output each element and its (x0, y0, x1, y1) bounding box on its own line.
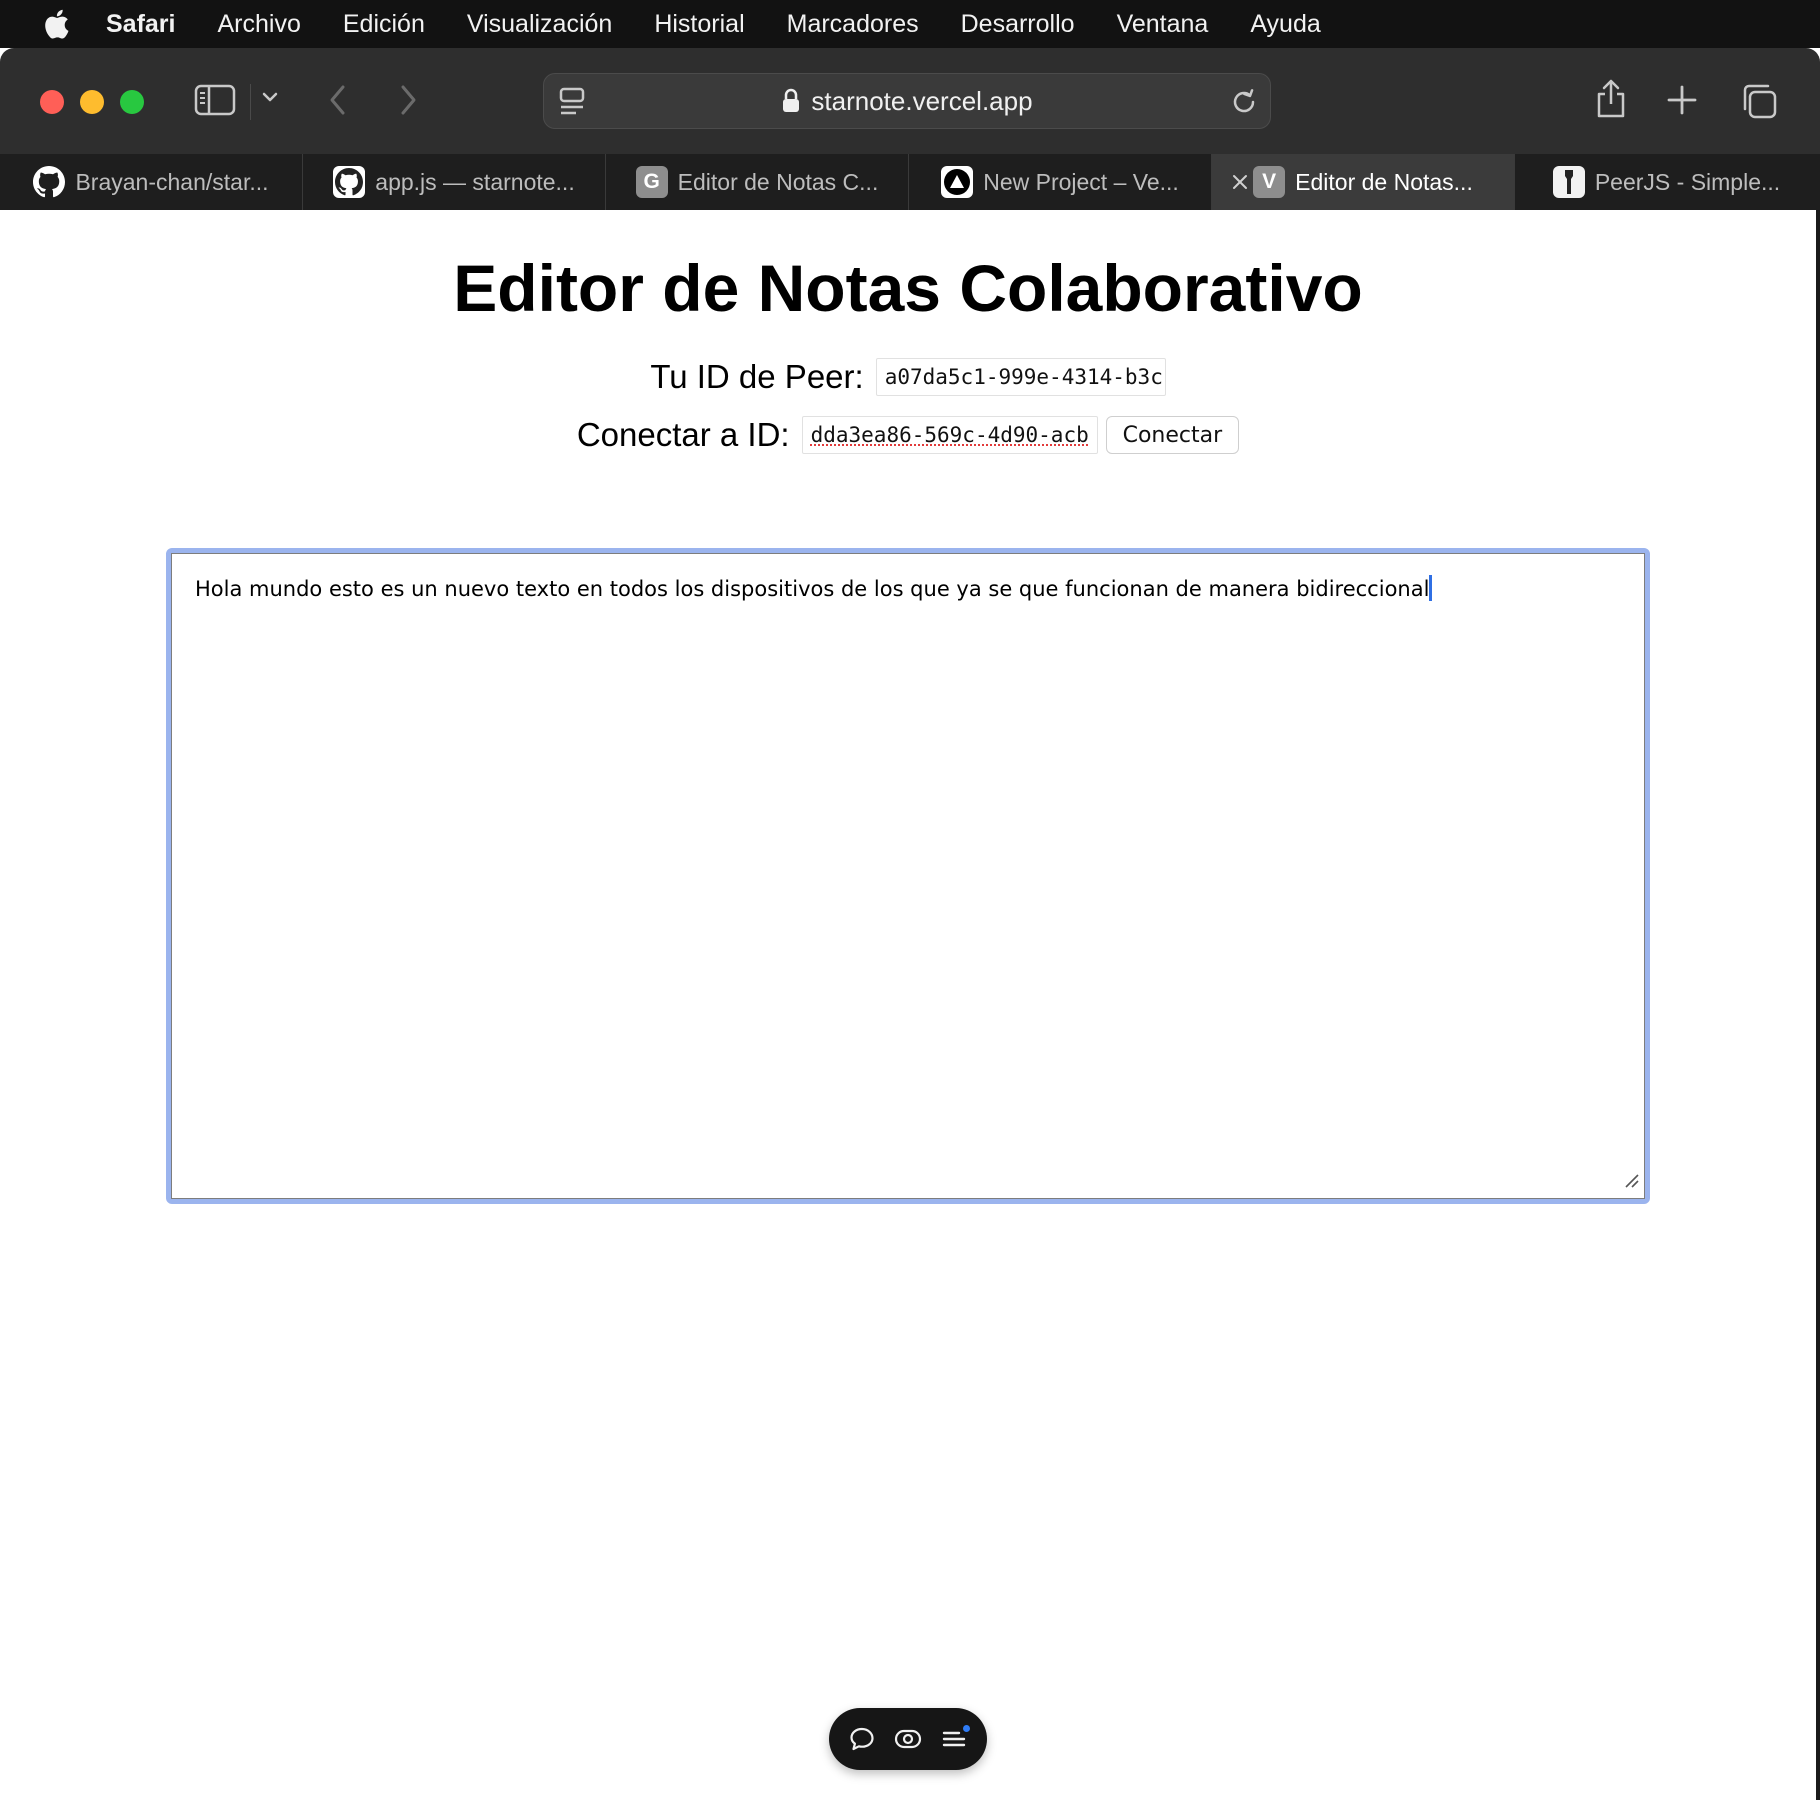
github-icon (33, 166, 66, 198)
url-display[interactable]: starnote.vercel.app (544, 74, 1270, 128)
tab-peerjs[interactable]: PeerJS - Simple... (1515, 154, 1818, 210)
peer-id-field[interactable]: a07da5c1-999e-4314-b3c (875, 358, 1166, 396)
menu-safari[interactable]: Safari (106, 10, 175, 39)
github-icon (333, 166, 366, 198)
tab-title: Editor de Notas C... (677, 168, 879, 195)
tab-overview-icon[interactable] (1740, 82, 1778, 120)
page-content: Editor de Notas Colaborativo Tu ID de Pe… (0, 210, 1820, 1800)
tab-title: Brayan-chan/star... (75, 168, 269, 195)
connect-row: Conectar a ID: dda3ea86-569c-4d90-acb Co… (0, 416, 1816, 454)
reload-icon[interactable] (1230, 88, 1258, 116)
tab-editor-notas-active[interactable]: V Editor de Notas... (1212, 154, 1515, 210)
apple-icon[interactable] (36, 8, 76, 40)
connect-id-label: Conectar a ID: (576, 416, 790, 453)
letter-g-icon: G (635, 166, 668, 198)
address-bar[interactable]: starnote.vercel.app (543, 73, 1271, 129)
menu-historial[interactable]: Historial (654, 10, 744, 39)
notification-dot (963, 1725, 970, 1732)
browser-toolbar: starnote.vercel.app (0, 48, 1820, 155)
close-tab-icon[interactable] (1226, 168, 1254, 196)
tab-title: Editor de Notas... (1295, 168, 1473, 195)
tab-github-app-js[interactable]: app.js — starnote... (303, 154, 606, 210)
menu-ayuda[interactable]: Ayuda (1250, 10, 1320, 39)
menu-bar: Safari Archivo Edición Visualización His… (0, 0, 1820, 48)
share-icon[interactable] (1594, 78, 1628, 120)
sidebar-toggle-icon[interactable] (194, 84, 236, 116)
editor-border (171, 553, 1645, 1199)
letter-v-icon: V (1253, 166, 1286, 198)
new-tab-icon[interactable] (1666, 84, 1698, 116)
menu-marcadores[interactable]: Marcadores (787, 10, 919, 39)
tab-github-repo[interactable]: Brayan-chan/star... (0, 154, 303, 210)
comment-icon[interactable] (844, 1721, 880, 1757)
url-text: starnote.vercel.app (811, 85, 1033, 116)
vercel-icon (941, 166, 974, 198)
connect-button[interactable]: Conectar (1105, 416, 1240, 454)
menu-edicion[interactable]: Edición (343, 10, 425, 39)
tab-title: PeerJS - Simple... (1594, 168, 1781, 195)
floating-toolbar (829, 1708, 987, 1770)
browser-window: starnote.vercel.app Brayan-chan/star... (0, 48, 1820, 1800)
note-editor-textarea[interactable]: Hola mundo esto es un nuevo texto en tod… (166, 548, 1650, 1204)
resize-handle-icon[interactable] (1623, 1172, 1639, 1193)
close-window-button[interactable] (40, 90, 64, 114)
toolbar-separator (250, 84, 251, 120)
peer-id-label: Tu ID de Peer: (650, 358, 864, 395)
zoom-window-button[interactable] (120, 90, 144, 114)
peerjs-icon (1552, 166, 1585, 198)
menu-desarrollo[interactable]: Desarrollo (961, 10, 1075, 39)
editor-text: Hola mundo esto es un nuevo texto en tod… (195, 577, 1430, 601)
menu-ventana[interactable]: Ventana (1117, 10, 1209, 39)
page-title: Editor de Notas Colaborativo (453, 251, 1363, 325)
menu-icon[interactable] (936, 1721, 972, 1757)
tab-vercel-new-project[interactable]: New Project – Ve... (909, 154, 1212, 210)
forward-icon[interactable] (396, 82, 420, 118)
tab-title: app.js — starnote... (375, 168, 575, 195)
eye-toggle-icon[interactable] (890, 1721, 926, 1757)
chevron-down-icon[interactable] (261, 90, 279, 104)
connect-id-input[interactable]: dda3ea86-569c-4d90-acb (801, 416, 1098, 454)
back-icon[interactable] (326, 82, 350, 118)
menu-visualizacion[interactable]: Visualización (467, 10, 612, 39)
tab-title: New Project – Ve... (983, 168, 1179, 195)
peer-id-row: Tu ID de Peer: a07da5c1-999e-4314-b3c (0, 358, 1816, 396)
text-caret (1429, 575, 1433, 601)
tab-editor-notas-g[interactable]: G Editor de Notas C... (606, 154, 909, 210)
window-edge (1816, 210, 1820, 1800)
tab-bar: Brayan-chan/star... app.js — starnote...… (0, 154, 1820, 210)
minimize-window-button[interactable] (80, 90, 104, 114)
menu-archivo[interactable]: Archivo (217, 10, 300, 39)
editor-content: Hola mundo esto es un nuevo texto en tod… (195, 575, 1433, 601)
lock-icon (781, 88, 801, 114)
